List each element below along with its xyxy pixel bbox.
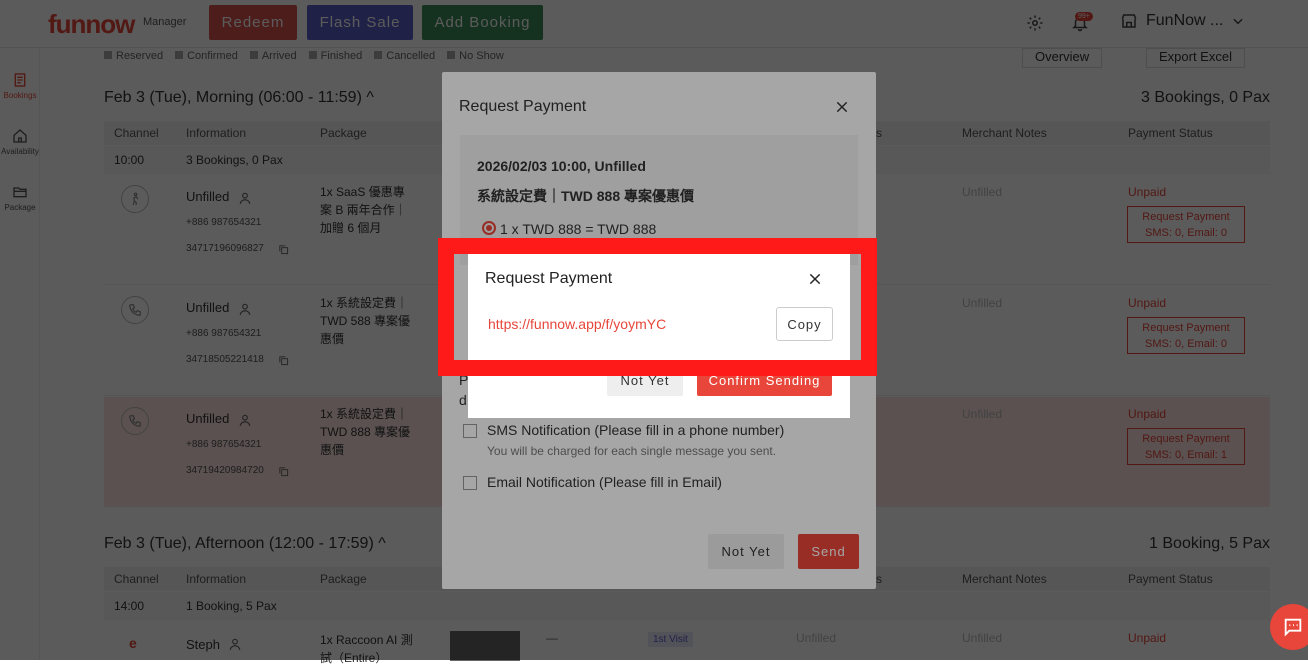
chat-icon xyxy=(1284,618,1302,637)
highlight-box xyxy=(438,238,877,376)
chat-button[interactable] xyxy=(1270,604,1308,650)
